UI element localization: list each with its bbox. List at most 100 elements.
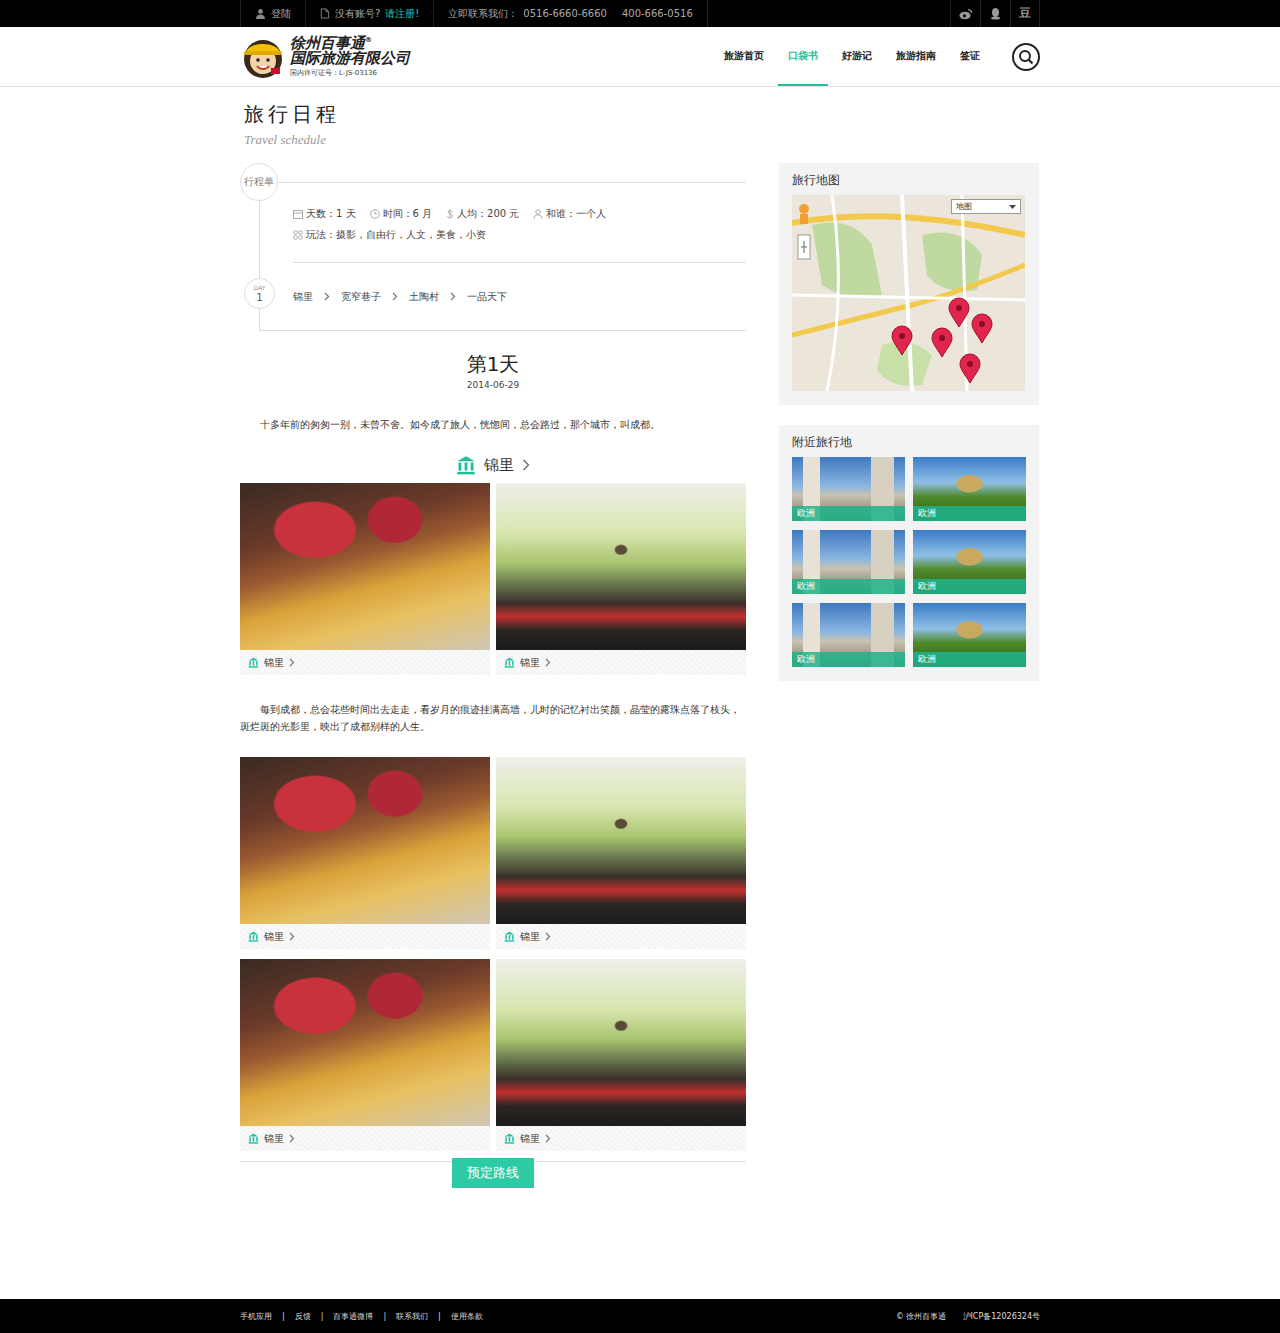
- route-stop[interactable]: 土陶村: [409, 290, 439, 304]
- dropdown-icon[interactable]: [1009, 205, 1016, 209]
- chevron-icon[interactable]: [289, 1134, 295, 1143]
- footer-link[interactable]: 反馈: [295, 1311, 311, 1322]
- weibo-link[interactable]: [950, 0, 980, 27]
- photo[interactable]: [496, 483, 746, 650]
- spot-name[interactable]: 锦里: [484, 456, 514, 475]
- photo-card[interactable]: 锦里: [496, 483, 746, 675]
- nav-item[interactable]: 旅游指南: [886, 27, 946, 86]
- photo-caption[interactable]: 锦里: [496, 650, 746, 675]
- destination-label[interactable]: 欧洲: [913, 579, 1026, 594]
- photo-card[interactable]: 锦里: [496, 757, 746, 949]
- landmark-icon[interactable]: [504, 657, 515, 668]
- destination-card[interactable]: 欧洲: [913, 457, 1026, 521]
- chevron-icon: [450, 292, 456, 301]
- photo-caption[interactable]: 锦里: [240, 650, 490, 675]
- caption-text[interactable]: 锦里: [264, 656, 284, 670]
- weibo-icon[interactable]: [959, 8, 973, 20]
- photo-card[interactable]: 锦里: [496, 959, 746, 1151]
- login-link[interactable]: 登陆: [240, 0, 305, 27]
- chevron-icon[interactable]: [545, 932, 551, 941]
- chevron-icon[interactable]: [289, 932, 295, 941]
- route-stop[interactable]: 一品天下: [467, 290, 507, 304]
- chevron-icon[interactable]: [522, 459, 530, 471]
- map-canvas[interactable]: [792, 195, 1025, 391]
- paragraph: 每到成都，总会花些时间出去走走，看岁月的痕迹挂满高墙，儿时的记忆衬出笑颜，晶莹的…: [240, 701, 746, 735]
- destination-card[interactable]: 欧洲: [792, 457, 905, 521]
- photo-card[interactable]: 锦里: [240, 757, 490, 949]
- caption-text[interactable]: 锦里: [520, 930, 540, 944]
- logo-name[interactable]: 徐州百事通: [290, 34, 365, 52]
- travel-map[interactable]: 地图: [792, 195, 1025, 391]
- photo-card[interactable]: 锦里: [240, 483, 490, 675]
- landmark-icon[interactable]: [248, 657, 259, 668]
- photo-caption[interactable]: 锦里: [240, 924, 490, 949]
- landmark-icon[interactable]: [248, 1133, 259, 1144]
- nav-item[interactable]: 签证: [950, 27, 990, 86]
- photo-caption[interactable]: 锦里: [240, 1126, 490, 1151]
- destination-card[interactable]: 欧洲: [792, 603, 905, 667]
- qq-link[interactable]: [980, 0, 1010, 27]
- destination-card[interactable]: 欧洲: [792, 530, 905, 594]
- logo-company[interactable]: 国际旅游有限公司: [290, 51, 410, 67]
- top-bar-left: 登陆没有账号?请注册!立即联系我们：0516-6660-6660400-666-…: [240, 0, 708, 27]
- route-stop[interactable]: 锦里: [293, 290, 313, 304]
- footer-separator: |: [282, 1312, 285, 1321]
- logo-name-row[interactable]: 徐州百事通®: [290, 36, 410, 52]
- caption-text[interactable]: 锦里: [520, 1132, 540, 1146]
- main-area: 行程单天数：1 天时间：6 月人均：200 元和谁：一个人玩法：摄影，自由行，人…: [240, 163, 1040, 1192]
- nav-item[interactable]: 旅游首页: [714, 27, 774, 86]
- spot-heading[interactable]: 锦里: [240, 455, 746, 475]
- nav-item[interactable]: 好游记: [832, 27, 882, 86]
- day-label: DAY: [254, 285, 266, 291]
- chevron-icon[interactable]: [545, 658, 551, 667]
- book-route-button[interactable]: 预定路线: [452, 1158, 534, 1188]
- photo[interactable]: [496, 959, 746, 1126]
- register-link[interactable]: 请注册!: [385, 7, 419, 21]
- qq-icon[interactable]: [990, 7, 1001, 20]
- map-type-select[interactable]: 地图: [951, 199, 1021, 214]
- photo-caption[interactable]: 锦里: [496, 924, 746, 949]
- destination-card[interactable]: 欧洲: [913, 603, 1026, 667]
- footer-link[interactable]: 联系我们: [396, 1311, 428, 1322]
- photo[interactable]: [496, 757, 746, 924]
- destination-label[interactable]: 欧洲: [792, 652, 905, 667]
- caption-text[interactable]: 锦里: [520, 656, 540, 670]
- nav-item[interactable]: 口袋书: [778, 27, 828, 86]
- destination-label[interactable]: 欧洲: [913, 506, 1026, 521]
- logo-text[interactable]: 徐州百事通®国际旅游有限公司国内许可证号：L-JS-03136: [290, 36, 410, 78]
- contact-label: 立即联系我们：: [448, 7, 518, 21]
- caption-text[interactable]: 锦里: [264, 1132, 284, 1146]
- title: 旅行日程: [244, 101, 1040, 128]
- search-button[interactable]: [1012, 43, 1040, 71]
- footer-link[interactable]: 使用条款: [451, 1311, 483, 1322]
- photo[interactable]: [240, 959, 490, 1126]
- douban-glyph[interactable]: 豆: [1019, 5, 1031, 22]
- map-type-value[interactable]: 地图: [956, 201, 972, 212]
- landmark-icon[interactable]: [504, 931, 515, 942]
- top-bar: 登陆没有账号?请注册!立即联系我们：0516-6660-6660400-666-…: [0, 0, 1280, 27]
- mascot-icon[interactable]: [240, 34, 286, 80]
- douban-link[interactable]: 豆: [1010, 0, 1040, 27]
- chevron-icon[interactable]: [545, 1134, 551, 1143]
- caption-text[interactable]: 锦里: [264, 930, 284, 944]
- photo[interactable]: [240, 757, 490, 924]
- search-icon[interactable]: [1014, 45, 1038, 69]
- chevron-icon[interactable]: [289, 658, 295, 667]
- photo-card[interactable]: 锦里: [240, 959, 490, 1151]
- destination-label[interactable]: 欧洲: [792, 506, 905, 521]
- logo[interactable]: 徐州百事通®国际旅游有限公司国内许可证号：L-JS-03136: [240, 34, 410, 80]
- photo[interactable]: [240, 483, 490, 650]
- destination-label[interactable]: 欧洲: [913, 652, 1026, 667]
- destination-label[interactable]: 欧洲: [792, 579, 905, 594]
- landmark-icon[interactable]: [456, 455, 476, 475]
- register-area: 没有账号?请注册!: [305, 0, 433, 27]
- route-stop[interactable]: 宽窄巷子: [341, 290, 381, 304]
- landmark-icon[interactable]: [248, 931, 259, 942]
- footer-link[interactable]: 百事通微博: [333, 1311, 373, 1322]
- map-title: 旅行地图: [792, 172, 1027, 189]
- destination-card[interactable]: 欧洲: [913, 530, 1026, 594]
- login-text[interactable]: 登陆: [271, 7, 291, 21]
- landmark-icon[interactable]: [504, 1133, 515, 1144]
- footer-link[interactable]: 手机应用: [240, 1311, 272, 1322]
- photo-caption[interactable]: 锦里: [496, 1126, 746, 1151]
